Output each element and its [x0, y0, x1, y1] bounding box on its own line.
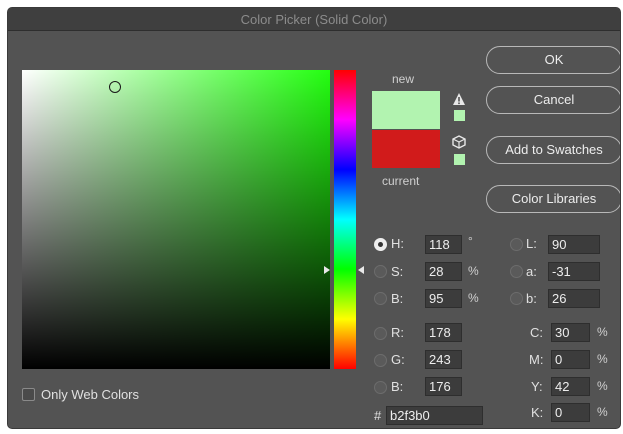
- new-label: new: [392, 72, 415, 86]
- hue-input[interactable]: 118: [425, 235, 462, 254]
- lightness-radio[interactable]: [510, 238, 523, 251]
- saturation-label: S:: [391, 264, 404, 279]
- blue-label: B:: [391, 379, 404, 394]
- cube-icon[interactable]: [452, 135, 466, 149]
- a-channel-radio[interactable]: [510, 265, 523, 278]
- magenta-input[interactable]: 0: [551, 350, 590, 369]
- only-web-colors-label[interactable]: Only Web Colors: [41, 387, 139, 402]
- hex-input[interactable]: b2f3b0: [386, 406, 483, 425]
- yellow-unit: %: [597, 379, 608, 393]
- lightness-input[interactable]: 90: [548, 235, 600, 254]
- blue-input[interactable]: 176: [425, 377, 462, 396]
- hue-slider-left-arrow-icon[interactable]: [324, 266, 330, 274]
- brightness-label: B:: [391, 291, 404, 306]
- new-color-swatch: [372, 91, 440, 129]
- b-channel-input[interactable]: 26: [548, 289, 600, 308]
- saturation-input[interactable]: 28: [425, 262, 462, 281]
- window-title: Color Picker (Solid Color): [8, 8, 620, 31]
- hue-label: H:: [391, 236, 404, 251]
- green-radio[interactable]: [374, 354, 387, 367]
- brightness-unit: %: [468, 291, 479, 305]
- lightness-label: L:: [526, 236, 537, 251]
- red-input[interactable]: 178: [425, 323, 462, 342]
- saturation-unit: %: [468, 264, 479, 278]
- cyan-unit: %: [597, 325, 608, 339]
- black-input[interactable]: 0: [551, 403, 590, 422]
- cyan-label: C:: [530, 325, 543, 340]
- brightness-radio[interactable]: [374, 292, 387, 305]
- saturation-radio[interactable]: [374, 265, 387, 278]
- add-to-swatches-button[interactable]: Add to Swatches: [486, 136, 620, 164]
- cyan-input[interactable]: 30: [551, 323, 590, 342]
- magenta-unit: %: [597, 352, 608, 366]
- yellow-label: Y:: [531, 379, 543, 394]
- green-label: G:: [391, 352, 405, 367]
- hue-slider-right-arrow-icon[interactable]: [358, 266, 364, 274]
- only-web-colors-checkbox[interactable]: [22, 388, 35, 401]
- a-channel-label: a:: [526, 264, 537, 279]
- green-input[interactable]: 243: [425, 350, 462, 369]
- color-field-marker[interactable]: [109, 81, 121, 93]
- ok-button[interactable]: OK: [486, 46, 620, 74]
- black-unit: %: [597, 405, 608, 419]
- web-safe-swatch[interactable]: [454, 154, 465, 165]
- b-channel-radio[interactable]: [510, 292, 523, 305]
- magenta-label: M:: [529, 352, 544, 367]
- red-radio[interactable]: [374, 327, 387, 340]
- yellow-input[interactable]: 42: [551, 377, 590, 396]
- hex-label: #: [374, 408, 382, 423]
- brightness-input[interactable]: 95: [425, 289, 462, 308]
- current-color-swatch[interactable]: [372, 130, 440, 168]
- a-channel-input[interactable]: -31: [548, 262, 600, 281]
- hue-unit: °: [468, 234, 473, 248]
- saturation-brightness-field[interactable]: [22, 70, 330, 369]
- blue-radio[interactable]: [374, 381, 387, 394]
- color-libraries-button[interactable]: Color Libraries: [486, 185, 620, 213]
- b-channel-label: b:: [526, 291, 537, 306]
- warning-triangle-icon[interactable]: [452, 92, 466, 106]
- hue-radio[interactable]: [374, 238, 387, 251]
- hue-slider[interactable]: [334, 70, 356, 369]
- cancel-button[interactable]: Cancel: [486, 86, 620, 114]
- color-picker-dialog: Color Picker (Solid Color) new current O…: [8, 8, 620, 428]
- black-label: K:: [531, 405, 544, 420]
- red-label: R:: [391, 325, 404, 340]
- gamut-warning-swatch[interactable]: [454, 110, 465, 121]
- current-label: current: [382, 174, 420, 188]
